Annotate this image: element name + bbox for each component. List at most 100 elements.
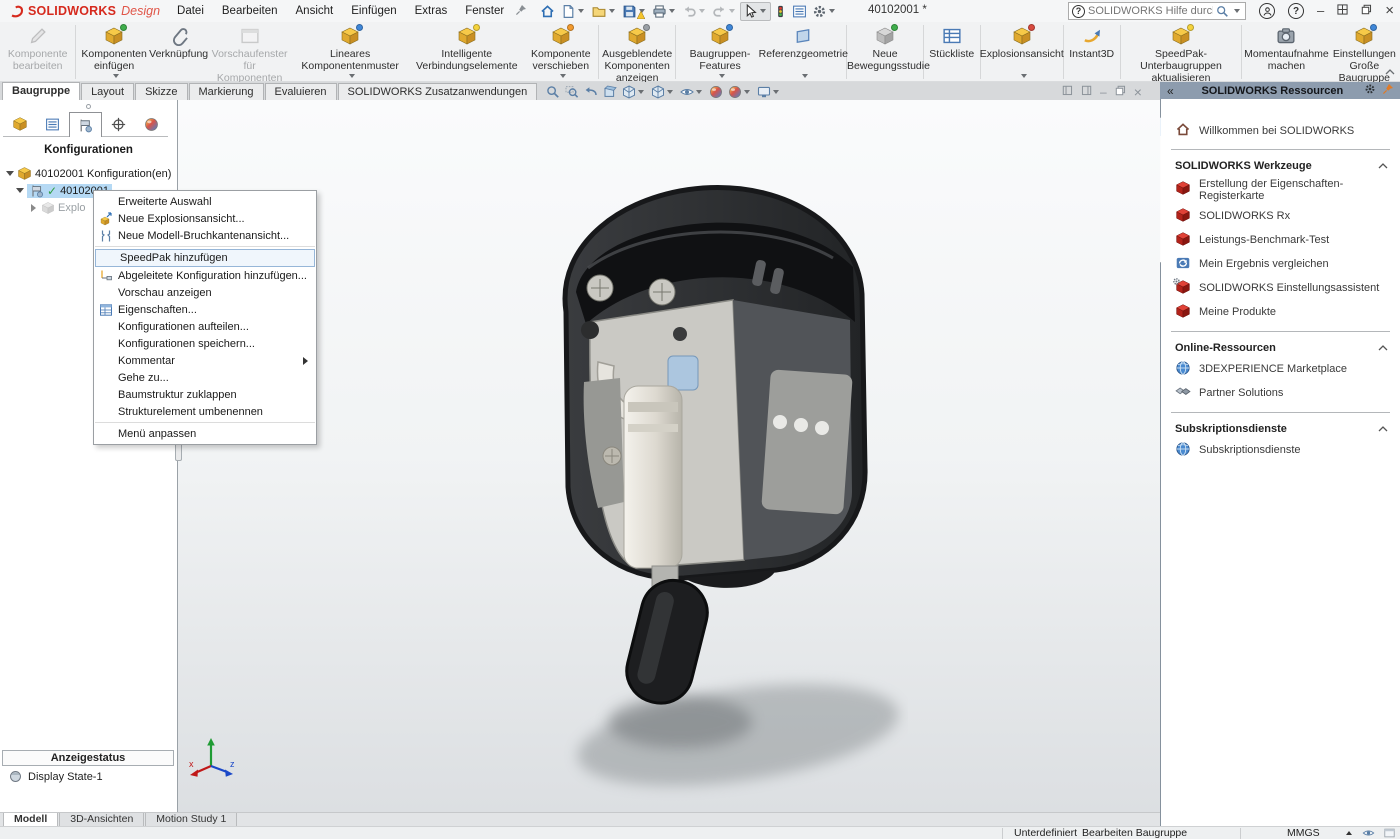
- tab-skizze[interactable]: Skizze: [135, 83, 187, 100]
- doc-minimize-button[interactable]: –: [1100, 85, 1107, 99]
- menu-bearbeiten[interactable]: Bearbeiten: [213, 0, 287, 22]
- tab-property-manager[interactable]: [36, 112, 69, 137]
- new-document-button[interactable]: [559, 3, 588, 20]
- tool-settings-wizard[interactable]: SOLIDWORKS Einstellungsassistent: [1161, 276, 1400, 300]
- collapse-section-icon[interactable]: [1378, 160, 1388, 172]
- welcome-item[interactable]: Willkommen bei SOLIDWORKS: [1161, 119, 1400, 142]
- display-state-item[interactable]: Display State-1: [9, 770, 103, 783]
- menu-item-baumstruktur-zuklappen[interactable]: Baumstruktur zuklappen: [94, 386, 316, 403]
- menu-item-menue-anpassen[interactable]: Menü anpassen: [94, 425, 316, 442]
- insert-components-button[interactable]: Komponenten einfügen: [78, 24, 149, 80]
- doc-restore-button[interactable]: [1115, 85, 1126, 99]
- menu-ansicht[interactable]: Ansicht: [287, 0, 343, 22]
- tab-motion-study[interactable]: Motion Study 1: [145, 813, 237, 826]
- linear-component-pattern-dropdown[interactable]: [349, 74, 355, 78]
- expand-caret-icon[interactable]: [5, 171, 14, 176]
- collapse-toolbar-icon[interactable]: [1385, 66, 1395, 78]
- menu-item-erweiterte-auswahl[interactable]: Erweiterte Auswahl: [94, 193, 316, 210]
- menu-item-vorschau-anzeigen[interactable]: Vorschau anzeigen: [94, 284, 316, 301]
- mate-button[interactable]: Verknüpfung: [150, 24, 208, 80]
- tab-appearances[interactable]: [135, 112, 168, 137]
- tab-layout[interactable]: Layout: [81, 83, 134, 100]
- reference-geometry-button[interactable]: Referenzgeometrie: [762, 24, 844, 80]
- 3d-model[interactable]: [528, 172, 908, 802]
- arrange-windows-button[interactable]: [1337, 4, 1348, 18]
- menu-extras[interactable]: Extras: [406, 0, 457, 22]
- zoom-area-icon[interactable]: [565, 85, 579, 99]
- menu-item-gehe-zu[interactable]: Gehe zu...: [94, 369, 316, 386]
- update-speedpak-button[interactable]: SpeedPak-Unterbaugruppen aktualisieren: [1123, 24, 1240, 80]
- new-motion-study-button[interactable]: Neue Bewegungsstudie: [849, 24, 920, 80]
- tab-configuration-manager[interactable]: [69, 112, 102, 137]
- menu-item-konfigurationen-speichern[interactable]: Konfigurationen speichern...: [94, 335, 316, 352]
- task-pane-options-icon[interactable]: [1364, 83, 1376, 98]
- move-component-button[interactable]: Komponente verschieben: [525, 24, 596, 80]
- tab-evaluieren[interactable]: Evaluieren: [265, 83, 337, 100]
- tool-compare-result[interactable]: Mein Ergebnis vergleichen: [1161, 252, 1400, 276]
- menu-item-bruchkantenansicht[interactable]: Neue Modell-Bruchkantenansicht...: [94, 227, 316, 244]
- online-partner-solutions[interactable]: Partner Solutions: [1161, 381, 1400, 405]
- units-caret-icon[interactable]: [1346, 831, 1352, 835]
- menu-datei[interactable]: Datei: [168, 0, 213, 22]
- edit-appearance-icon[interactable]: [709, 85, 723, 99]
- panel-splitter-handle[interactable]: [175, 443, 182, 461]
- task-pane-collapse-icon[interactable]: «: [1160, 84, 1181, 98]
- collapse-section-icon[interactable]: [1378, 342, 1388, 354]
- section-header-online[interactable]: Online-Ressourcen: [1161, 339, 1400, 357]
- online-3dexperience-marketplace[interactable]: 3DEXPERIENCE Marketplace: [1161, 357, 1400, 381]
- subscription-services-item[interactable]: Subskriptionsdienste: [1161, 438, 1400, 462]
- tab-dimxpert[interactable]: [102, 112, 135, 137]
- options-button[interactable]: [810, 3, 839, 20]
- insert-components-dropdown[interactable]: [113, 74, 119, 78]
- view-settings-button[interactable]: [757, 85, 781, 99]
- tab-markierung[interactable]: Markierung: [189, 83, 264, 100]
- tool-benchmark-test[interactable]: Leistungs-Benchmark-Test: [1161, 228, 1400, 252]
- menu-item-eigenschaften[interactable]: Eigenschaften...: [94, 301, 316, 318]
- minimize-button[interactable]: –: [1317, 0, 1324, 22]
- assembly-features-dropdown[interactable]: [719, 74, 725, 78]
- help-search-input[interactable]: [1088, 5, 1213, 17]
- restore-button[interactable]: [1361, 4, 1372, 18]
- assembly-features-button[interactable]: Baugruppen-Features: [678, 24, 762, 80]
- display-style-button[interactable]: [651, 85, 675, 99]
- panel-grip-handle[interactable]: [86, 104, 91, 109]
- view-orientation-button[interactable]: [622, 85, 646, 99]
- tab-zusatzanwendungen[interactable]: SOLIDWORKS Zusatzanwendungen: [338, 83, 538, 100]
- exploded-view-button[interactable]: Explosionsansicht: [983, 24, 1061, 80]
- section-view-icon[interactable]: [603, 85, 617, 99]
- section-header-werkzeuge[interactable]: SOLIDWORKS Werkzeuge: [1161, 157, 1400, 175]
- expand-caret-icon[interactable]: [15, 188, 24, 193]
- exploded-view-dropdown[interactable]: [1021, 74, 1027, 78]
- task-pane-pin-icon[interactable]: [1382, 83, 1394, 98]
- linear-component-pattern-button[interactable]: Lineares Komponentenmuster: [292, 24, 409, 80]
- help-icon[interactable]: ?: [1288, 3, 1304, 19]
- display-pane-icon[interactable]: [1362, 827, 1375, 839]
- units-selector[interactable]: MMGS: [1287, 827, 1320, 839]
- pane-right-icon[interactable]: [1081, 85, 1092, 99]
- zoom-fit-icon[interactable]: [546, 85, 560, 99]
- take-snapshot-button[interactable]: Momentaufnahme machen: [1244, 24, 1328, 80]
- home-button[interactable]: [537, 3, 558, 20]
- collapsed-caret-icon[interactable]: [29, 204, 38, 212]
- tab-modell[interactable]: Modell: [3, 813, 58, 826]
- search-options-caret[interactable]: [1234, 9, 1240, 13]
- collapse-section-icon[interactable]: [1378, 423, 1388, 435]
- open-button[interactable]: [589, 3, 619, 20]
- tool-solidworks-rx[interactable]: SOLIDWORKS Rx: [1161, 204, 1400, 228]
- move-component-dropdown[interactable]: [560, 74, 566, 78]
- section-header-subskription[interactable]: Subskriptionsdienste: [1161, 420, 1400, 438]
- menu-fenster[interactable]: Fenster: [456, 0, 513, 22]
- menu-item-strukturelement-umbenennen[interactable]: Strukturelement umbenennen: [94, 403, 316, 420]
- print-button[interactable]: [650, 3, 679, 20]
- comment-pane-icon[interactable]: [1383, 827, 1396, 839]
- menu-item-abgeleitete-konfiguration[interactable]: Abgeleitete Konfiguration hinzufügen...: [94, 267, 316, 284]
- file-properties-button[interactable]: [790, 3, 809, 20]
- account-icon[interactable]: [1259, 3, 1275, 19]
- graphics-viewport[interactable]: x z: [178, 100, 1160, 812]
- tab-feature-tree[interactable]: [3, 112, 36, 137]
- tool-my-products[interactable]: Meine Produkte: [1161, 300, 1400, 324]
- menu-item-konfigurationen-aufteilen[interactable]: Konfigurationen aufteilen...: [94, 318, 316, 335]
- select-button[interactable]: [740, 2, 771, 21]
- search-icon[interactable]: [1216, 5, 1229, 18]
- previous-view-icon[interactable]: [584, 85, 598, 99]
